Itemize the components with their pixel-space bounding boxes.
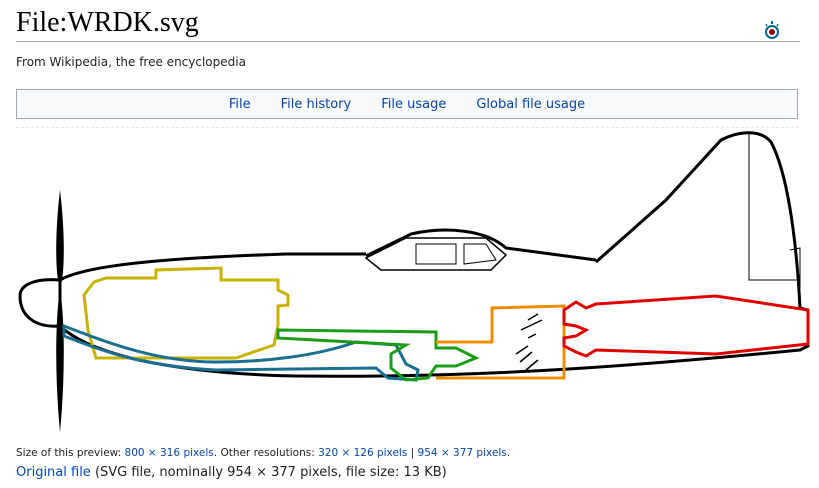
- resolution-link-320[interactable]: 320 × 126 pixels: [318, 447, 407, 459]
- tab-file-history[interactable]: File history: [281, 97, 352, 112]
- other-res-prefix: . Other resolutions:: [213, 447, 319, 459]
- tab-file[interactable]: File: [229, 97, 251, 112]
- preview-size-link[interactable]: 800 × 316 pixels: [125, 447, 214, 459]
- commons-logo-icon[interactable]: [763, 20, 781, 40]
- size-prefix: Size of this preview:: [16, 447, 125, 459]
- resolution-link-954[interactable]: 954 × 377 pixels: [418, 447, 507, 459]
- fuselage-outline: [58, 131, 810, 378]
- file-preview-image[interactable]: [16, 130, 816, 446]
- original-file-link[interactable]: Original file: [16, 465, 91, 480]
- res-separator: |: [407, 447, 418, 459]
- original-file-details: (SVG file, nominally 954 × 377 pixels, f…: [90, 465, 447, 480]
- original-file-info: Original file (SVG file, nominally 954 ×…: [16, 464, 447, 482]
- tab-global-file-usage[interactable]: Global file usage: [476, 97, 585, 112]
- site-tagline: From Wikipedia, the free encyclopedia: [16, 55, 246, 69]
- page-title: File:WRDK.svg: [16, 7, 199, 38]
- preview-size-info: Size of this preview: 800 × 316 pixels. …: [16, 446, 510, 460]
- exhaust-nozzle: [562, 294, 810, 358]
- tab-file-usage[interactable]: File usage: [381, 97, 446, 112]
- dashed-divider: [16, 127, 799, 128]
- propeller: [18, 190, 64, 432]
- res-suffix: .: [506, 447, 511, 459]
- file-tabs-bar: File File history File usage Global file…: [16, 89, 798, 119]
- title-divider: [16, 41, 800, 42]
